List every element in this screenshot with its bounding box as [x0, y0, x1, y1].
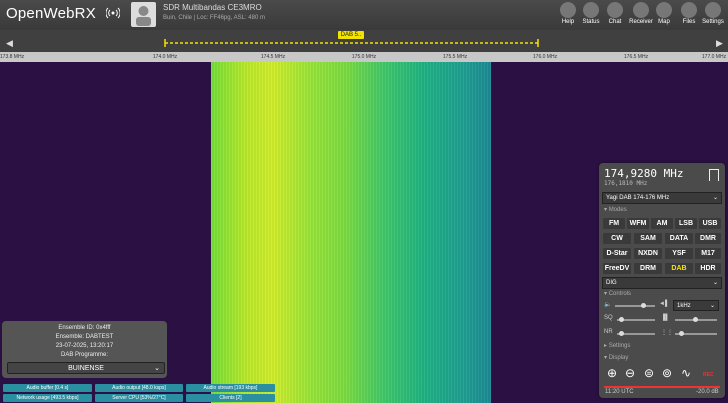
gain-slider[interactable]: [675, 317, 717, 322]
map-button[interactable]: Map: [651, 2, 677, 29]
mode-freedv-button[interactable]: FreeDV: [603, 263, 631, 274]
zoom-in-icon[interactable]: ⊕: [605, 366, 619, 380]
scale-tick: 173.8 MHz: [0, 54, 25, 60]
balance-slider[interactable]: [675, 331, 717, 336]
mode-dab-button[interactable]: DAB: [665, 263, 693, 274]
chevron-down-icon: ⌄: [712, 195, 718, 201]
record-level-bar: [604, 386, 720, 388]
mode-fm-button[interactable]: FM: [603, 218, 625, 229]
utc-clock: 11:20 UTC: [605, 389, 634, 395]
scale-tick: 175.5 MHz: [442, 54, 468, 60]
top-bar: OpenWebRX SDR Multibandas CE3MRO Buin, C…: [0, 0, 728, 30]
zoom-to-signal-icon[interactable]: ⊜: [642, 366, 656, 380]
modes-section-header[interactable]: ▾ Modes: [604, 206, 627, 213]
mode-data-button[interactable]: DATA: [665, 233, 693, 244]
mode-wfm-button[interactable]: WFM: [627, 218, 649, 229]
mode-lsb-button[interactable]: LSB: [675, 218, 697, 229]
status-button[interactable]: Status: [578, 2, 604, 29]
scale-tick: 175.0 MHz: [351, 54, 377, 60]
scroll-right-icon[interactable]: ▶: [716, 38, 723, 49]
mode-usb-button[interactable]: USB: [699, 218, 721, 229]
audio-output-status: Audio output [48.0 ksps]: [95, 384, 183, 392]
frequency-scale[interactable]: 173.8 MHz 174.0 MHz 174.5 MHz 175.0 MHz …: [0, 52, 728, 62]
settings-section-header[interactable]: ▸ Settings: [604, 342, 630, 349]
profile-select[interactable]: Yagi DAB 174-176 MHz ⌄: [602, 192, 722, 204]
frequency-display[interactable]: 174,9280 MHz: [604, 167, 683, 180]
bandplan-label[interactable]: DAB 5..: [338, 31, 364, 39]
scroll-left-icon[interactable]: ◀: [6, 38, 13, 49]
scale-tick: 177.0 MHz: [701, 54, 727, 60]
offset-frequency: 176,1810 MHz: [604, 180, 648, 187]
mode-hdr-button[interactable]: HDR: [695, 263, 721, 274]
scale-tick: 176.0 MHz: [532, 54, 558, 60]
network-usage-status: Network usage [493.5 kbps]: [3, 394, 92, 402]
record-button[interactable]: REC: [703, 372, 714, 378]
display-section-header[interactable]: ▾ Display: [604, 354, 628, 361]
ensemble-id: Ensemble ID: 0x4fff: [58, 325, 111, 331]
receiver-description: Buin, Chile | Loc: FF46pg, ASL: 480 m: [163, 15, 265, 21]
volume-slider[interactable]: [615, 303, 655, 308]
receiver-title: SDR Multibandas CE3MRO: [163, 3, 262, 12]
scale-tick: 174.5 MHz: [260, 54, 286, 60]
scale-tick: 176.5 MHz: [623, 54, 649, 60]
mode-cw-button[interactable]: CW: [603, 233, 631, 244]
dab-programme-select[interactable]: BUINENSE ⌄: [7, 362, 165, 374]
noise-reduction-slider[interactable]: [617, 331, 655, 336]
squelch-slider[interactable]: [617, 317, 655, 322]
mode-nxdn-button[interactable]: NXDN: [634, 248, 662, 259]
signal-level: -20.0 dB: [696, 389, 719, 395]
dab-panel: Ensemble ID: 0x4fff Ensemble: DABTEST 23…: [2, 321, 167, 378]
mode-ysf-button[interactable]: YSF: [665, 248, 693, 259]
mute-icon[interactable]: ◄▌: [659, 301, 669, 307]
receiver-icon: [633, 2, 649, 18]
radio-waves-icon: [106, 7, 120, 19]
dab-datetime: 23-07-2025, 13:20:17: [55, 343, 114, 349]
scale-tick: 174.0 MHz: [152, 54, 178, 60]
bookmark-icon[interactable]: [709, 169, 719, 181]
clients-status: Clients [2]: [186, 394, 275, 402]
tuning-step-select[interactable]: 1kHz ⌄: [673, 300, 719, 311]
settings-button[interactable]: Settings: [700, 2, 726, 29]
receiver-avatar: [131, 2, 156, 27]
mode-dmr-button[interactable]: DMR: [695, 233, 721, 244]
files-button[interactable]: Files: [676, 2, 702, 29]
mode-am-button[interactable]: AM: [651, 218, 673, 229]
controls-section-header[interactable]: ▾ Controls: [604, 290, 631, 297]
chevron-down-icon: ⌄: [712, 280, 718, 286]
settings-icon: [705, 2, 721, 18]
chevron-down-icon: ⌄: [709, 303, 715, 309]
files-icon: [681, 2, 697, 18]
mode-sam-button[interactable]: SAM: [634, 233, 662, 244]
map-icon: [656, 2, 672, 18]
audio-stream-status: Audio stream [193 kbps]: [186, 384, 275, 392]
dab-signal: [211, 62, 491, 403]
zoom-out-icon[interactable]: ⊖: [623, 366, 637, 380]
openwebrx-logo[interactable]: OpenWebRX: [6, 5, 96, 22]
status-icon: [583, 2, 599, 18]
chat-icon: [607, 2, 623, 18]
mode-dstar-button[interactable]: D-Star: [603, 248, 631, 259]
volume-icon: 🔈: [604, 302, 612, 308]
ensemble-name: Ensemble: DABTEST: [55, 334, 114, 340]
decoder-select[interactable]: DIG ⌄: [602, 277, 722, 289]
squelch-auto-icon[interactable]: ▐▌: [661, 315, 670, 321]
squelch-icon: SQ: [604, 315, 613, 321]
equalizer-icon[interactable]: ⋮⋮: [661, 329, 673, 336]
bandplan-range: [164, 39, 539, 47]
audio-buffer-status: Audio buffer [0.4 s]: [3, 384, 92, 392]
waterfall-autoadjust-icon[interactable]: ∿: [679, 366, 693, 380]
server-cpu-status: Server CPU [53%/27°C]: [95, 394, 183, 402]
mode-m17-button[interactable]: M17: [695, 248, 721, 259]
zoom-reset-icon[interactable]: ⊚: [660, 366, 674, 380]
receiver-panel: 174,9280 MHz 176,1810 MHz Yagi DAB 174-1…: [599, 163, 725, 398]
dab-programme-label: DAB Programme:: [60, 352, 108, 358]
chevron-down-icon: ⌄: [154, 365, 160, 372]
help-icon: [560, 2, 576, 18]
chat-button[interactable]: Chat: [602, 2, 628, 29]
mode-drm-button[interactable]: DRM: [634, 263, 662, 274]
noise-reduction-icon: NR: [604, 329, 613, 335]
bandplan-bar[interactable]: [0, 30, 728, 52]
